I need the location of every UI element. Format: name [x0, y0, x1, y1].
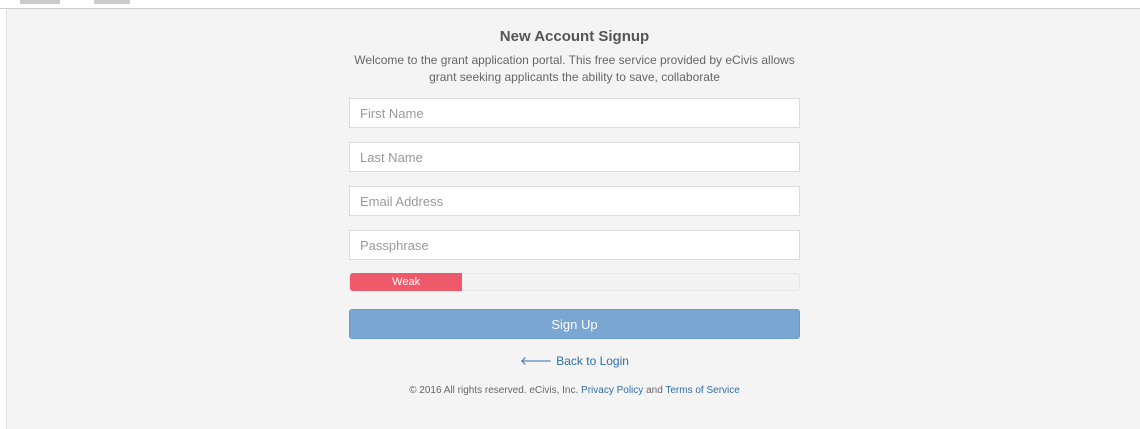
password-strength-label: Weak [392, 276, 421, 288]
intro-text: Welcome to the grant application portal.… [354, 53, 795, 84]
signup-card: New Account Signup Welcome to the grant … [349, 22, 800, 396]
page-title: New Account Signup [499, 28, 650, 45]
footer: © 2016 All rights reserved. eCivis, Inc.… [349, 385, 800, 396]
top-strip-fragment [20, 0, 60, 4]
back-to-login-link[interactable]: 🡐 Back to Login [349, 353, 800, 369]
email-input[interactable] [349, 186, 800, 216]
sign-up-button[interactable]: Sign Up [349, 309, 800, 339]
password-strength-meter: Weak [349, 273, 800, 291]
last-name-input[interactable] [349, 142, 800, 172]
arrow-left-icon: 🡐 [520, 354, 553, 368]
terms-of-service-link[interactable]: Terms of Service [665, 385, 739, 396]
browser-top-strip [0, 0, 1140, 9]
footer-and-text: and [646, 385, 663, 396]
first-name-input[interactable] [349, 98, 800, 128]
top-strip-fragment [94, 0, 130, 4]
footer-copyright: © 2016 All rights reserved. eCivis, Inc. [409, 385, 579, 396]
left-edge [0, 9, 7, 429]
back-to-login-label: Back to Login [556, 354, 629, 368]
privacy-policy-link[interactable]: Privacy Policy [581, 385, 643, 396]
password-strength-fill: Weak [350, 273, 463, 291]
passphrase-input[interactable] [349, 230, 800, 260]
signup-page: New Account Signup Welcome to the grant … [0, 0, 1140, 429]
